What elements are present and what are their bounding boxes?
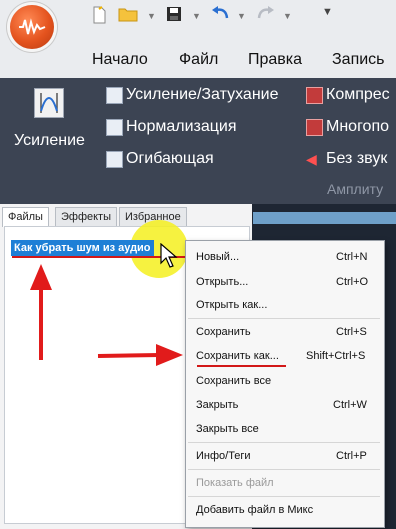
compressor-icon xyxy=(306,87,323,104)
menu-separator xyxy=(188,318,380,319)
menu-file[interactable]: Файл xyxy=(179,50,218,70)
menu-separator xyxy=(188,496,380,497)
menu-item-show-file[interactable]: Показать файл xyxy=(196,476,274,490)
normalize-icon xyxy=(106,119,123,136)
menu-item-new[interactable]: Новый... xyxy=(196,250,239,264)
menu-item-close-all[interactable]: Закрыть все xyxy=(196,422,259,436)
menu-edit[interactable]: Правка xyxy=(248,50,302,70)
red-arrow-up-icon xyxy=(30,264,52,360)
menu-item-open[interactable]: Открыть... xyxy=(196,275,248,289)
file-list-item-selected[interactable]: Как убрать шум из аудио xyxy=(11,240,154,256)
shortcut-save-as: Shift+Ctrl+S xyxy=(306,350,366,362)
menu-item-info-tags[interactable]: Инфо/Теги xyxy=(196,449,251,463)
envelope-icon xyxy=(106,151,123,168)
redo-icon[interactable] xyxy=(256,6,276,26)
underline-annotation xyxy=(197,365,286,367)
menu-separator xyxy=(188,469,380,470)
undo-icon[interactable] xyxy=(210,6,230,26)
save-icon[interactable] xyxy=(166,6,182,26)
chevron-down-icon[interactable]: ▼ xyxy=(147,8,156,24)
mouse-cursor-icon xyxy=(160,243,178,268)
menu-item-save-all[interactable]: Сохранить все xyxy=(196,374,271,388)
menu-separator xyxy=(188,442,380,443)
menu-item-add-to-mix[interactable]: Добавить файл в Микс xyxy=(196,503,313,517)
ribbon-group-label: Амплиту xyxy=(327,181,384,197)
customize-toolbar-icon[interactable]: ▼ xyxy=(322,4,333,20)
menu-item-close[interactable]: Закрыть xyxy=(196,398,238,412)
ribbon-envelope-button[interactable]: Огибающая xyxy=(126,149,214,169)
tab-effects[interactable]: Эффекты xyxy=(55,207,118,227)
chevron-down-icon[interactable]: ▼ xyxy=(237,8,246,24)
shortcut-new: Ctrl+N xyxy=(336,251,368,263)
shortcut-save: Ctrl+S xyxy=(336,326,367,338)
app-logo-icon[interactable] xyxy=(10,5,54,49)
shortcut-info-tags: Ctrl+P xyxy=(336,450,367,462)
chevron-down-icon[interactable]: ▼ xyxy=(192,8,201,24)
tab-files[interactable]: Файлы xyxy=(2,207,49,227)
menu-item-save[interactable]: Сохранить xyxy=(196,325,251,339)
multiband-icon xyxy=(306,119,323,136)
ribbon-fade-button[interactable]: Усиление/Затухание xyxy=(126,85,279,105)
menu-home[interactable]: Начало xyxy=(92,50,148,70)
red-arrow-right-icon xyxy=(97,344,183,366)
fade-icon xyxy=(106,87,123,104)
ribbon-silence-button[interactable]: Без звук xyxy=(326,149,387,169)
app-window: ▼ ▼ ▼ ▼ ▼ Начало Файл Правка Запись Усил… xyxy=(0,0,396,529)
open-folder-icon[interactable] xyxy=(118,6,138,26)
menu-item-open-as[interactable]: Открыть как... xyxy=(196,298,267,312)
ribbon-compressor-button[interactable]: Компрес xyxy=(326,85,390,105)
amplify-icon[interactable] xyxy=(34,88,64,118)
mute-icon: ◀ xyxy=(306,151,317,167)
ribbon-multiband-button[interactable]: Многопо xyxy=(326,117,389,137)
waveform-ruler xyxy=(253,212,396,224)
menu-record[interactable]: Запись xyxy=(332,50,385,70)
amplify-button-label[interactable]: Усиление xyxy=(14,131,85,151)
menu-item-save-as[interactable]: Сохранить как... xyxy=(196,349,279,363)
chevron-down-icon[interactable]: ▼ xyxy=(283,8,292,24)
ribbon-normalize-button[interactable]: Нормализация xyxy=(126,117,237,137)
shortcut-open: Ctrl+O xyxy=(336,276,369,288)
new-file-icon[interactable] xyxy=(92,6,106,26)
shortcut-close: Ctrl+W xyxy=(333,399,367,411)
